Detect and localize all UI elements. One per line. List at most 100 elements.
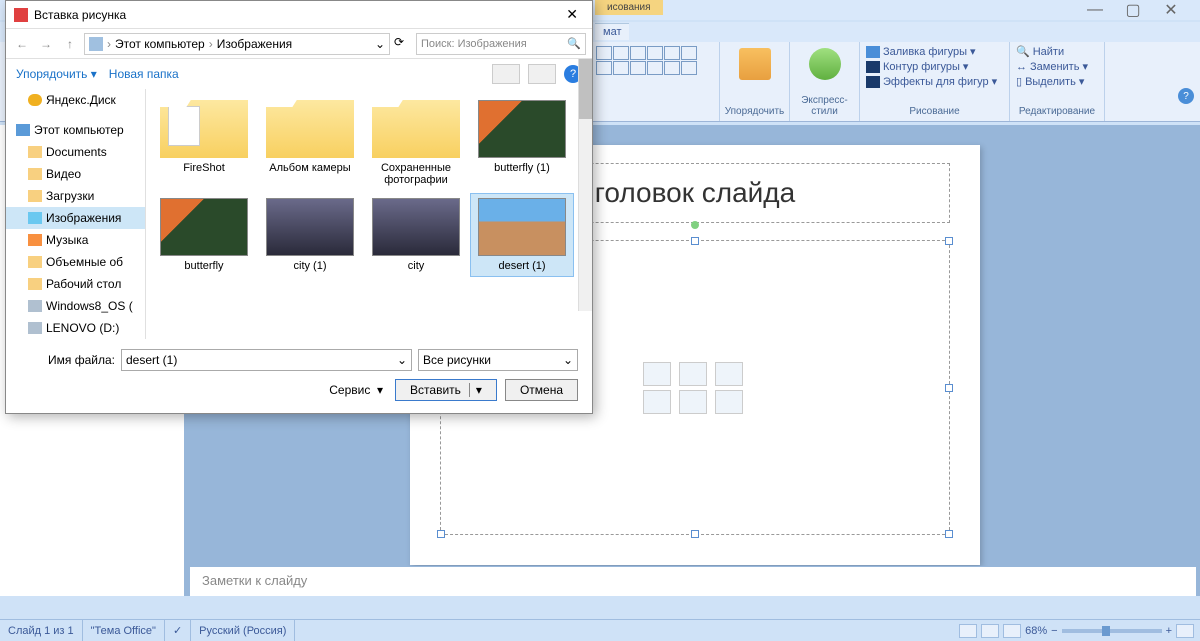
tree-pc[interactable]: Этот компьютер xyxy=(6,119,145,141)
zoom-out-button[interactable]: − xyxy=(1051,625,1057,637)
insert-media-icon[interactable] xyxy=(715,390,743,414)
resize-handle-tr[interactable] xyxy=(945,237,953,245)
preview-button[interactable] xyxy=(528,64,556,84)
minimize-button[interactable]: — xyxy=(1086,3,1104,17)
shape-triangle-icon[interactable] xyxy=(681,46,697,60)
file-item[interactable]: butterfly xyxy=(152,193,256,277)
file-item[interactable]: Альбом камеры xyxy=(258,95,362,191)
tree-pictures[interactable]: Изображения xyxy=(6,207,145,229)
file-item[interactable]: desert (1) xyxy=(470,193,574,277)
file-item[interactable]: Сохраненные фотографии xyxy=(364,95,468,191)
insert-table-icon[interactable] xyxy=(643,362,671,386)
file-item[interactable]: butterfly (1) xyxy=(470,95,574,191)
nav-up-button[interactable]: ↑ xyxy=(60,34,80,54)
zoom-in-button[interactable]: + xyxy=(1166,625,1172,637)
dialog-close-button[interactable]: ✕ xyxy=(560,4,584,25)
spellcheck-icon[interactable]: ✓ xyxy=(165,620,191,641)
shape-callout-icon[interactable] xyxy=(664,61,680,75)
select-button[interactable]: ▯ Выделить ▾ xyxy=(1014,74,1100,89)
resize-handle-b[interactable] xyxy=(691,530,699,538)
drawing-group-label: Рисование xyxy=(864,104,1005,119)
arrange-icon[interactable] xyxy=(739,48,771,80)
organize-button[interactable]: Упорядочить ▾ xyxy=(16,67,97,81)
close-button[interactable]: ✕ xyxy=(1162,3,1180,17)
shape-arrow2-icon[interactable] xyxy=(664,46,680,60)
shape-line-icon[interactable] xyxy=(596,46,612,60)
shape-rect-icon[interactable] xyxy=(630,46,646,60)
file-list[interactable]: FireShot Альбом камеры Сохраненные фотогра… xyxy=(146,89,592,339)
replace-button[interactable]: ↔ Заменить ▾ xyxy=(1014,59,1100,74)
shape-brace-icon[interactable] xyxy=(613,61,629,75)
nav-back-button[interactable]: ← xyxy=(12,34,32,54)
file-item[interactable]: city (1) xyxy=(258,193,362,277)
resize-handle-br[interactable] xyxy=(945,530,953,538)
file-item[interactable]: FireShot xyxy=(152,95,256,191)
filename-label: Имя файла: xyxy=(20,353,115,367)
filename-input[interactable]: desert (1)⌄ xyxy=(121,349,412,371)
shapes-gallery[interactable] xyxy=(590,42,720,121)
ribbon-tab-format[interactable]: мат xyxy=(595,23,629,40)
dialog-scrollbar[interactable] xyxy=(578,59,592,311)
help-button[interactable]: ? xyxy=(1178,88,1194,104)
breadcrumb-current[interactable]: Изображения xyxy=(217,37,292,51)
resize-handle-r[interactable] xyxy=(945,384,953,392)
insert-chart-icon[interactable] xyxy=(679,362,707,386)
tree-windows8[interactable]: Windows8_OS ( xyxy=(6,295,145,317)
title-text: головок слайда xyxy=(595,177,795,209)
search-input[interactable]: Поиск: Изображения 🔍 xyxy=(416,33,586,55)
breadcrumb-root[interactable]: Этот компьютер xyxy=(115,37,205,51)
shape-more-icon[interactable] xyxy=(681,61,697,75)
normal-view-button[interactable] xyxy=(959,624,977,638)
view-mode-button[interactable] xyxy=(492,64,520,84)
arrange-label: Упорядочить xyxy=(724,104,785,119)
image-thumbnail xyxy=(478,100,566,158)
tree-downloads[interactable]: Загрузки xyxy=(6,185,145,207)
search-icon: 🔍 xyxy=(567,37,581,50)
tree-documents[interactable]: Documents xyxy=(6,141,145,163)
folder-tree[interactable]: Яндекс.Диск Этот компьютер Documents Вид… xyxy=(6,89,146,339)
insert-smartart-icon[interactable] xyxy=(715,362,743,386)
new-folder-button[interactable]: Новая папка xyxy=(109,67,179,81)
zoom-slider[interactable] xyxy=(1062,629,1162,633)
language-status[interactable]: Русский (Россия) xyxy=(191,620,295,641)
shape-connector-icon[interactable] xyxy=(596,61,612,75)
resize-handle-t[interactable] xyxy=(691,237,699,245)
fit-button[interactable] xyxy=(1176,624,1194,638)
nav-forward-button[interactable]: → xyxy=(36,34,56,54)
insert-clipart-icon[interactable] xyxy=(679,390,707,414)
cancel-button[interactable]: Отмена xyxy=(505,379,578,401)
shape-star-icon[interactable] xyxy=(647,61,663,75)
tree-video[interactable]: Видео xyxy=(6,163,145,185)
tree-volumes[interactable]: Объемные об xyxy=(6,251,145,273)
tree-lenovo[interactable]: LENOVO (D:) xyxy=(6,317,145,339)
refresh-button[interactable]: ⟳ xyxy=(394,35,412,53)
file-filter-dropdown[interactable]: Все рисунки⌄ xyxy=(418,349,578,371)
slideshow-view-button[interactable] xyxy=(1003,624,1021,638)
insert-button[interactable]: Вставить▾ xyxy=(395,379,497,401)
file-name-label: Альбом камеры xyxy=(261,162,359,174)
find-button[interactable]: 🔍 Найти xyxy=(1014,44,1100,59)
shape-curve-icon[interactable] xyxy=(630,61,646,75)
maximize-button[interactable]: ▢ xyxy=(1124,3,1142,17)
shape-outline-button[interactable]: Контур фигуры ▾ xyxy=(864,59,1005,74)
insert-picture-icon[interactable] xyxy=(643,390,671,414)
file-item[interactable]: city xyxy=(364,193,468,277)
tools-button[interactable]: Сервис ▾ xyxy=(329,383,383,397)
notes-pane[interactable]: Заметки к слайду xyxy=(190,566,1196,596)
shape-fill-button[interactable]: Заливка фигуры ▾ xyxy=(864,44,1005,59)
fill-swatch-icon xyxy=(866,46,880,58)
resize-handle-bl[interactable] xyxy=(437,530,445,538)
tree-desktop[interactable]: Рабочий стол xyxy=(6,273,145,295)
rotation-handle[interactable] xyxy=(691,221,699,229)
tree-yandex[interactable]: Яндекс.Диск xyxy=(6,89,145,111)
sorter-view-button[interactable] xyxy=(981,624,999,638)
dialog-body: Яндекс.Диск Этот компьютер Documents Вид… xyxy=(6,89,592,339)
shape-oval-icon[interactable] xyxy=(647,46,663,60)
breadcrumb[interactable]: › Этот компьютер › Изображения ⌄ xyxy=(84,33,390,55)
breadcrumb-dropdown[interactable]: ⌄ xyxy=(375,37,385,51)
shape-arrow-icon[interactable] xyxy=(613,46,629,60)
shape-effects-button[interactable]: Эффекты для фигур ▾ xyxy=(864,74,1005,89)
express-styles-icon[interactable] xyxy=(809,48,841,80)
tree-music[interactable]: Музыка xyxy=(6,229,145,251)
dialog-title-bar: Вставка рисунка ✕ xyxy=(6,1,592,29)
